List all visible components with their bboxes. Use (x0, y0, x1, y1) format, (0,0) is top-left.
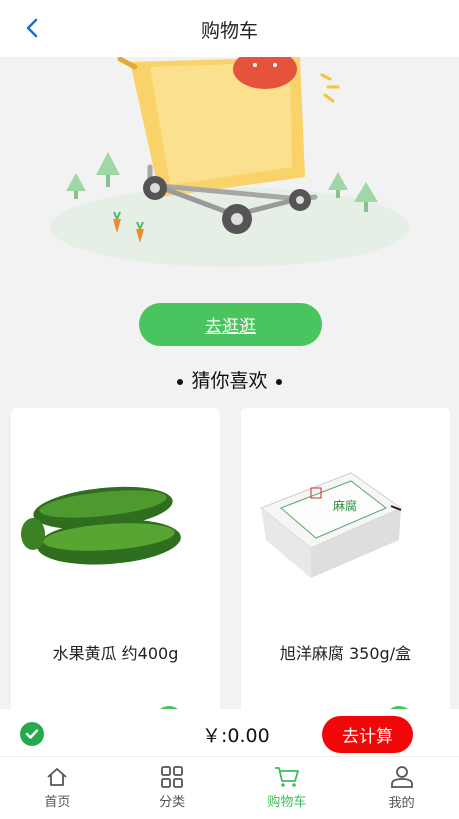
total-price: ￥:0.00 (202, 725, 270, 747)
product-name: 水果黄瓜 约400g (52, 644, 179, 663)
select-all-checkbox[interactable] (20, 722, 44, 746)
user-icon (390, 766, 413, 788)
tab-home[interactable]: 首页 (0, 757, 115, 819)
product-card[interactable]: 水果黄瓜 约400g (11, 408, 220, 728)
shopping-cart-icon (274, 767, 299, 787)
home-icon (47, 768, 67, 786)
checkout-bar: ￥:0.00 去计算 (0, 709, 459, 757)
tab-label: 我的 (388, 796, 415, 811)
product-card[interactable]: 麻腐 旭洋麻腐 350g/盒 (241, 408, 450, 728)
settle-button[interactable]: 去计算 (322, 716, 413, 753)
recommend-title: 猜你喜欢 (191, 370, 268, 392)
page-title: 购物车 (200, 20, 258, 42)
tab-mine[interactable]: 我的 (344, 757, 459, 819)
bottom-tab-bar: 首页 分类 购物车 我的 (0, 757, 459, 819)
tab-label: 分类 (159, 795, 186, 810)
tab-label: 购物车 (267, 795, 307, 810)
product-name: 旭洋麻腐 350g/盒 (279, 644, 412, 663)
category-grid-icon (161, 766, 184, 788)
tab-category[interactable]: 分类 (115, 757, 230, 819)
go-shopping-button[interactable]: 去逛逛 (139, 303, 322, 346)
tab-cart[interactable]: 购物车 (230, 757, 345, 819)
bullet-dot (177, 378, 184, 385)
package-label: 麻腐 (333, 498, 357, 513)
cucumber-image (21, 486, 181, 565)
top-nav-bar: 购物车 (0, 0, 459, 57)
check-icon (25, 729, 39, 739)
bullet-dot (275, 378, 282, 385)
tab-label: 首页 (44, 795, 71, 810)
recommend-heading: 猜你喜欢 (0, 366, 459, 393)
tofu-package-image: 麻腐 (260, 472, 403, 578)
